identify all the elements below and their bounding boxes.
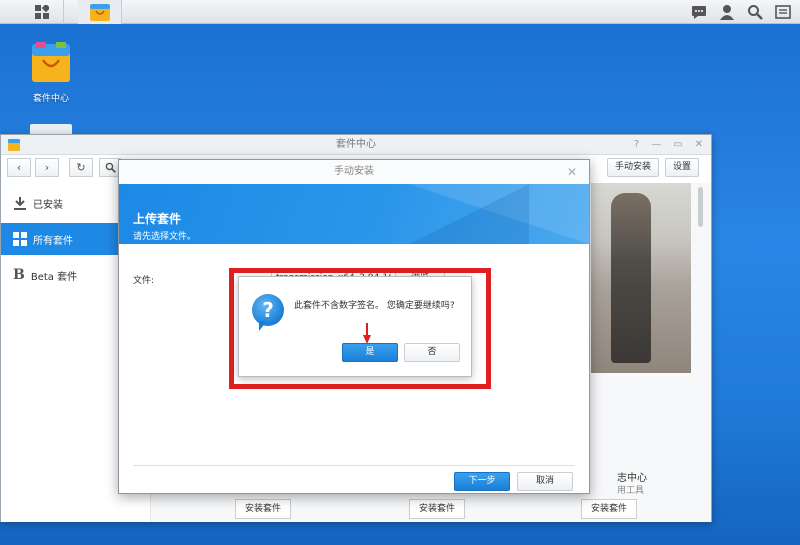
search-icon — [105, 162, 116, 173]
refresh-button[interactable]: ↻ — [69, 158, 93, 177]
banner-image[interactable] — [591, 183, 691, 373]
settings-button[interactable]: 设置 — [665, 158, 699, 177]
install-package-button[interactable]: 安装套件 — [235, 499, 291, 519]
taskbar — [0, 0, 800, 24]
main-menu-button[interactable] — [20, 0, 64, 24]
package-center-icon — [8, 139, 20, 151]
cancel-button[interactable]: 取消 — [517, 472, 573, 491]
install-package-button[interactable]: 安装套件 — [409, 499, 465, 519]
taskbar-package-center[interactable] — [78, 0, 122, 24]
dialog-header-subtitle: 请先选择文件。 — [133, 232, 197, 242]
window-title: 套件中心 — [336, 139, 376, 150]
sidebar-item-label: 已安装 — [33, 199, 63, 211]
back-button[interactable]: ‹ — [7, 158, 31, 177]
no-button[interactable]: 否 — [404, 343, 460, 362]
package-center-icon — [32, 42, 70, 82]
forward-button[interactable]: › — [35, 158, 59, 177]
main-menu-icon — [34, 5, 49, 19]
file-label: 文件: — [133, 276, 155, 286]
user-icon[interactable] — [718, 3, 736, 21]
dialog-header: 上传套件 请先选择文件。 — [119, 184, 589, 244]
beta-icon: B — [13, 267, 25, 283]
manual-install-button[interactable]: 手动安装 — [607, 158, 659, 177]
dialog-title: 手动安装 — [334, 166, 374, 177]
close-icon[interactable]: ✕ — [567, 160, 577, 184]
chat-icon[interactable] — [690, 3, 708, 21]
next-button[interactable]: 下一步 — [454, 472, 510, 491]
dialog-titlebar[interactable]: 手动安装 ✕ — [119, 160, 589, 184]
confirm-message: 此套件不含数字签名。 您确定要继续吗? — [294, 301, 455, 311]
search-icon[interactable] — [746, 3, 764, 21]
help-icon[interactable]: ? — [634, 135, 639, 155]
download-icon — [14, 197, 26, 210]
sidebar-item-label: Beta 套件 — [30, 271, 78, 283]
window-titlebar[interactable]: 套件中心 ? — ▭ ✕ — [1, 135, 711, 155]
banner-person — [611, 193, 651, 363]
scrollbar[interactable] — [698, 187, 703, 227]
install-package-button[interactable]: 安装套件 — [581, 499, 637, 519]
taskbar-tray — [682, 0, 800, 24]
desktop-icon-package-center[interactable]: 套件中心 — [24, 40, 78, 104]
window-controls: ? — ▭ ✕ — [634, 135, 703, 155]
divider — [133, 465, 575, 466]
confirm-dialog: ? 此套件不含数字签名。 您确定要继续吗? 是 否 — [238, 276, 472, 377]
dialog-header-title: 上传套件 — [133, 212, 182, 226]
close-icon[interactable]: ✕ — [695, 135, 703, 155]
package-card-subtitle: 用工具 — [617, 486, 645, 496]
chevron-right-icon: › — [44, 161, 50, 174]
package-center-icon — [89, 4, 110, 21]
arrow-down-icon — [363, 323, 371, 344]
sidebar-item-label: 所有套件 — [33, 235, 73, 247]
refresh-icon: ↻ — [76, 161, 86, 174]
question-icon: ? — [252, 294, 284, 326]
minimize-icon[interactable]: — — [651, 135, 661, 155]
yes-button[interactable]: 是 — [342, 343, 398, 362]
grid-icon — [13, 232, 27, 246]
package-card-title: 志中心 — [617, 473, 647, 484]
maximize-icon[interactable]: ▭ — [673, 135, 682, 155]
chevron-left-icon: ‹ — [16, 161, 22, 174]
desktop-icon-label: 套件中心 — [32, 94, 69, 104]
widgets-icon[interactable] — [774, 3, 792, 21]
